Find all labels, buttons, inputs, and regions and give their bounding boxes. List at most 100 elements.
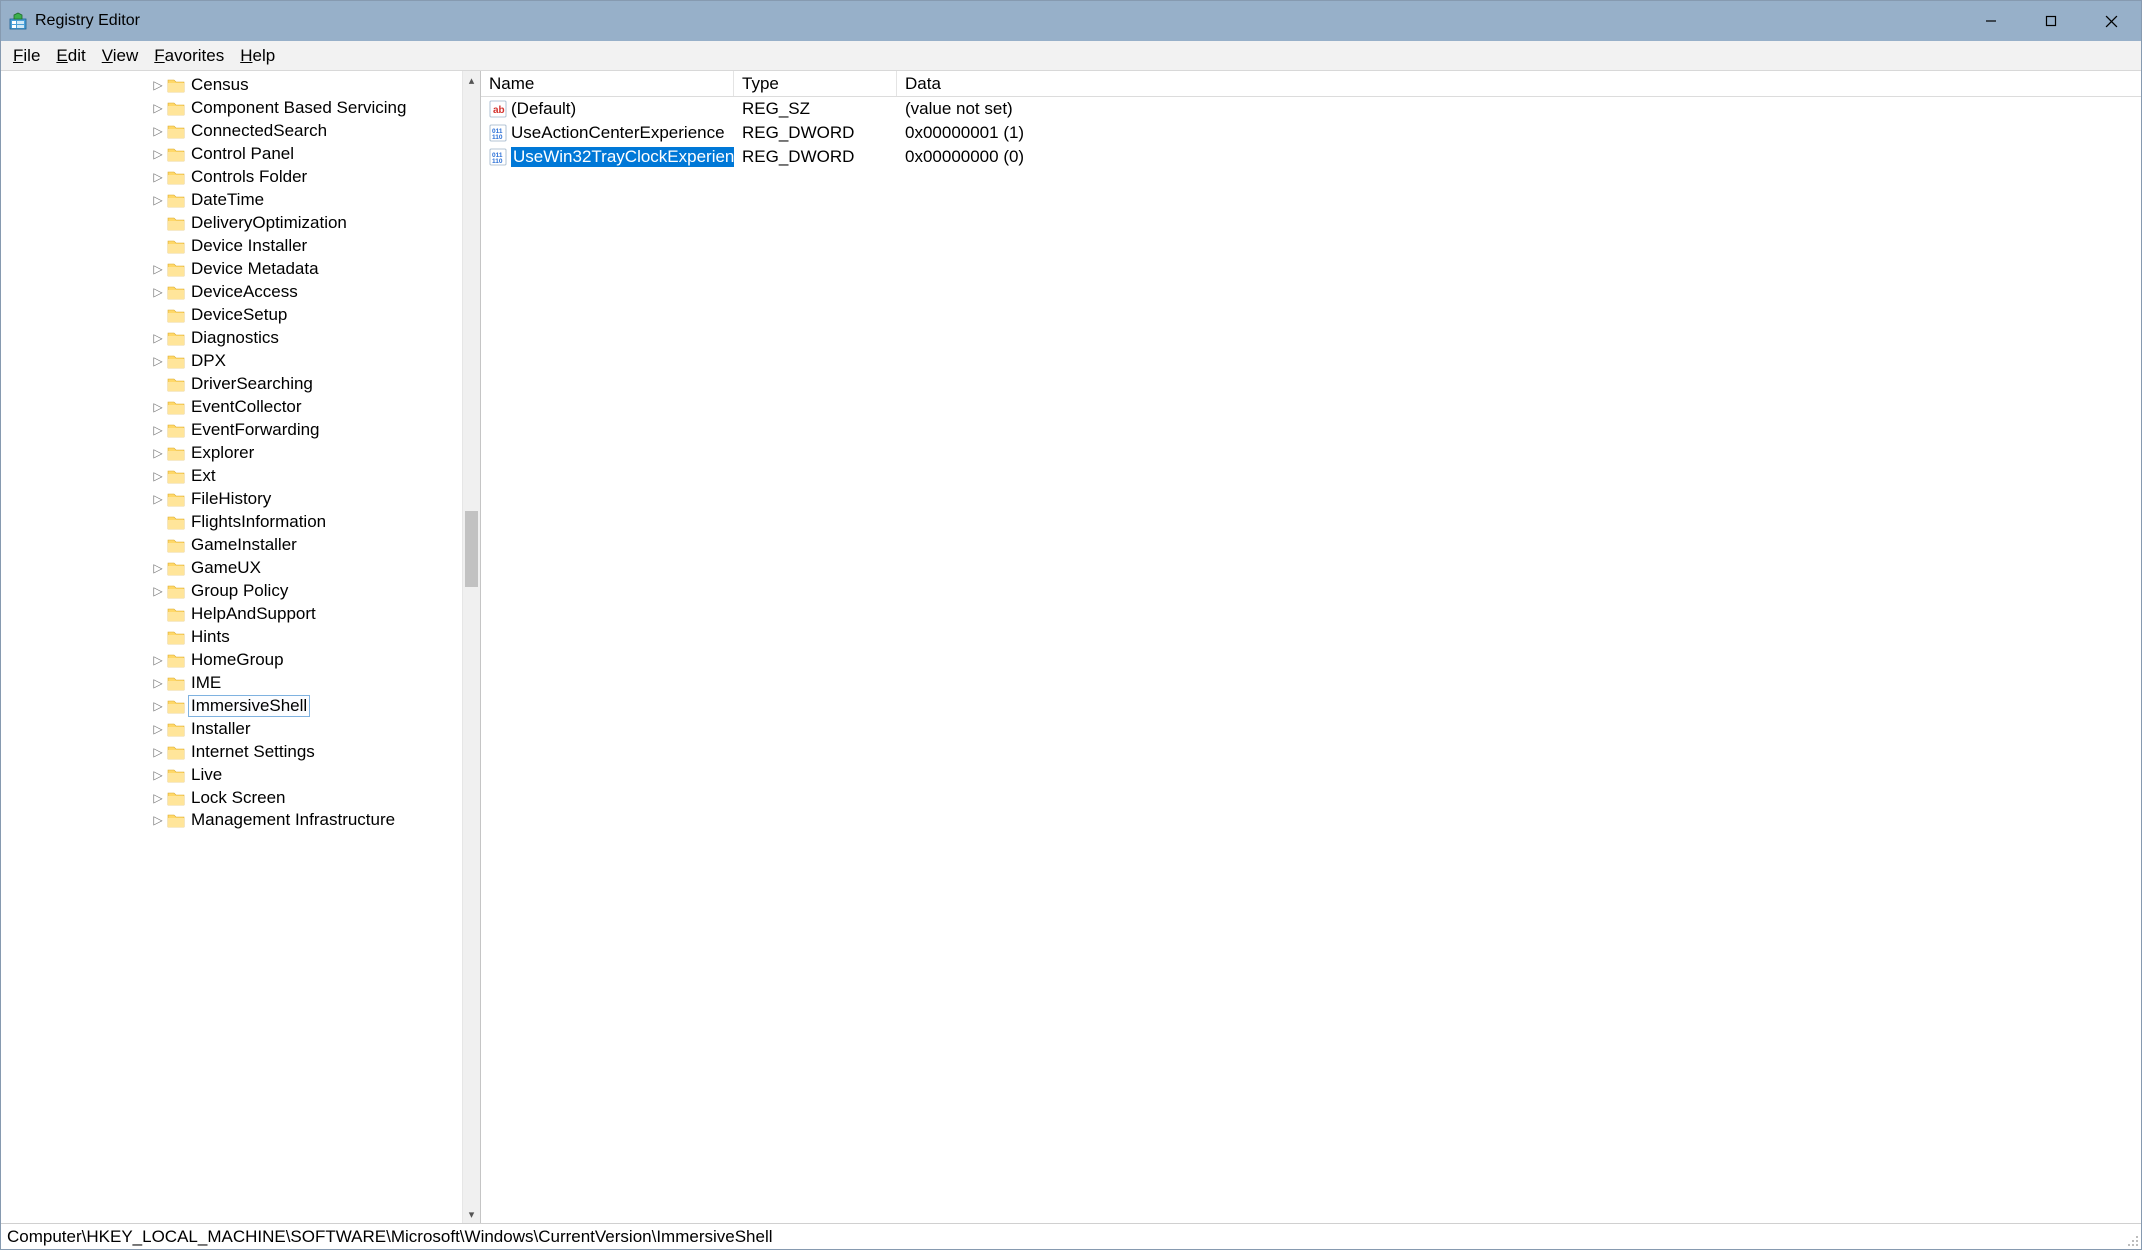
- chevron-right-icon[interactable]: ▷: [151, 124, 165, 138]
- chevron-right-icon[interactable]: ▷: [151, 193, 165, 207]
- chevron-right-icon[interactable]: ▷: [151, 722, 165, 736]
- menu-favorites[interactable]: Favorites: [148, 44, 230, 68]
- chevron-right-icon[interactable]: ▷: [151, 354, 165, 368]
- tree-item[interactable]: ▷EventForwarding: [1, 418, 462, 441]
- tree-item[interactable]: ▷ConnectedSearch: [1, 119, 462, 142]
- folder-icon: [167, 284, 185, 300]
- chevron-right-icon[interactable]: ▷: [151, 813, 165, 827]
- tree-item[interactable]: ▷ Lock Screen: [1, 786, 462, 809]
- tree-item[interactable]: ▷Installer: [1, 717, 462, 740]
- tree-item[interactable]: ▷Controls Folder: [1, 165, 462, 188]
- tree-item[interactable]: ▷Component Based Servicing: [1, 96, 462, 119]
- value-data: 0x00000000 (0): [897, 147, 2141, 167]
- folder-icon: [167, 261, 185, 277]
- value-type: REG_DWORD: [734, 147, 897, 167]
- chevron-right-icon[interactable]: ▷: [151, 446, 165, 460]
- col-type[interactable]: Type: [734, 71, 897, 96]
- chevron-right-icon[interactable]: ▷: [151, 400, 165, 414]
- tree-item[interactable]: ▷Explorer: [1, 441, 462, 464]
- tree-item-label: Diagnostics: [189, 328, 281, 348]
- tree-item[interactable]: ▷DateTime: [1, 188, 462, 211]
- tree-item[interactable]: ▷Management Infrastructure: [1, 809, 462, 832]
- menu-view[interactable]: View: [96, 44, 145, 68]
- close-button[interactable]: [2081, 1, 2141, 41]
- values-list[interactable]: (Default)REG_SZ(value not set)UseActionC…: [481, 97, 2141, 1223]
- tree-item-label: EventCollector: [189, 397, 304, 417]
- folder-icon: [167, 675, 185, 691]
- tree-item-label: GameUX: [189, 558, 263, 578]
- chevron-right-icon[interactable]: ▷: [151, 653, 165, 667]
- tree-item[interactable]: ▷ EventCollector: [1, 395, 462, 418]
- tree-item[interactable]: ▷Control Panel: [1, 142, 462, 165]
- folder-icon: [167, 491, 185, 507]
- tree-item[interactable]: ▷DeviceAccess: [1, 280, 462, 303]
- chevron-right-icon[interactable]: ▷: [151, 101, 165, 115]
- tree-item[interactable]: ▷ HomeGroup: [1, 648, 462, 671]
- chevron-right-icon[interactable]: ▷: [151, 78, 165, 92]
- chevron-right-icon[interactable]: ▷: [151, 745, 165, 759]
- tree-item[interactable]: GameInstaller: [1, 533, 462, 556]
- chevron-right-icon[interactable]: ▷: [151, 170, 165, 184]
- tree-item[interactable]: DeviceSetup: [1, 303, 462, 326]
- chevron-right-icon[interactable]: ▷: [151, 584, 165, 598]
- scroll-thumb[interactable]: [465, 511, 478, 587]
- tree-item[interactable]: ▷Internet Settings: [1, 740, 462, 763]
- tree-item-label: Lock Screen: [189, 788, 288, 808]
- scroll-down-icon[interactable]: ▾: [463, 1205, 480, 1223]
- chevron-right-icon[interactable]: ▷: [151, 262, 165, 276]
- titlebar[interactable]: Registry Editor: [1, 1, 2141, 41]
- menu-edit[interactable]: Edit: [50, 44, 91, 68]
- chevron-right-icon[interactable]: ▷: [151, 147, 165, 161]
- chevron-right-icon[interactable]: ▷: [151, 423, 165, 437]
- value-name: UseWin32TrayClockExperience: [511, 147, 734, 167]
- values-pane: Name Type Data (Default)REG_SZ(value not…: [481, 71, 2141, 1223]
- chevron-right-icon[interactable]: ▷: [151, 561, 165, 575]
- chevron-right-icon[interactable]: ▷: [151, 768, 165, 782]
- chevron-right-icon[interactable]: ▷: [151, 285, 165, 299]
- value-row[interactable]: UseActionCenterExperienceREG_DWORD0x0000…: [481, 121, 2141, 145]
- tree-item[interactable]: DeliveryOptimization: [1, 211, 462, 234]
- tree-item[interactable]: Hints: [1, 625, 462, 648]
- tree-item[interactable]: ▷Census: [1, 73, 462, 96]
- tree-item[interactable]: Device Installer: [1, 234, 462, 257]
- tree-item[interactable]: ▷DPX: [1, 349, 462, 372]
- tree-item[interactable]: ▷ImmersiveShell: [1, 694, 462, 717]
- tree-item[interactable]: ▷Group Policy: [1, 579, 462, 602]
- folder-icon: [167, 790, 185, 806]
- menu-file[interactable]: File: [7, 44, 46, 68]
- tree-item[interactable]: ▷Live: [1, 763, 462, 786]
- folder-icon: [167, 629, 185, 645]
- chevron-right-icon[interactable]: ▷: [151, 699, 165, 713]
- tree-item[interactable]: FlightsInformation: [1, 510, 462, 533]
- tree-scrollbar[interactable]: ▴ ▾: [462, 71, 480, 1223]
- menu-help[interactable]: Help: [234, 44, 281, 68]
- maximize-button[interactable]: [2021, 1, 2081, 41]
- col-data[interactable]: Data: [897, 71, 2141, 96]
- tree-item[interactable]: ▷ Diagnostics: [1, 326, 462, 349]
- tree-item[interactable]: ▷IME: [1, 671, 462, 694]
- resize-grip-icon[interactable]: [2125, 1233, 2139, 1247]
- chevron-right-icon[interactable]: ▷: [151, 469, 165, 483]
- folder-icon: [167, 583, 185, 599]
- tree-item[interactable]: DriverSearching: [1, 372, 462, 395]
- tree-item-label: HomeGroup: [189, 650, 286, 670]
- col-name[interactable]: Name: [481, 71, 734, 96]
- value-name: UseActionCenterExperience: [511, 123, 725, 143]
- value-row[interactable]: UseWin32TrayClockExperienceREG_DWORD0x00…: [481, 145, 2141, 169]
- chevron-right-icon[interactable]: ▷: [151, 331, 165, 345]
- tree-item[interactable]: ▷FileHistory: [1, 487, 462, 510]
- folder-icon: [167, 353, 185, 369]
- window-controls: [1961, 1, 2141, 41]
- minimize-button[interactable]: [1961, 1, 2021, 41]
- chevron-right-icon[interactable]: ▷: [151, 676, 165, 690]
- chevron-right-icon[interactable]: ▷: [151, 492, 165, 506]
- statusbar: Computer\HKEY_LOCAL_MACHINE\SOFTWARE\Mic…: [1, 1223, 2141, 1249]
- scroll-up-icon[interactable]: ▴: [463, 71, 480, 89]
- tree-item[interactable]: HelpAndSupport: [1, 602, 462, 625]
- value-row[interactable]: (Default)REG_SZ(value not set): [481, 97, 2141, 121]
- tree-item[interactable]: ▷ GameUX: [1, 556, 462, 579]
- tree-item[interactable]: ▷Device Metadata: [1, 257, 462, 280]
- tree-view[interactable]: ▷Census▷Component Based Servicing▷Connec…: [1, 71, 462, 1223]
- chevron-right-icon[interactable]: ▷: [151, 791, 165, 805]
- tree-item[interactable]: ▷Ext: [1, 464, 462, 487]
